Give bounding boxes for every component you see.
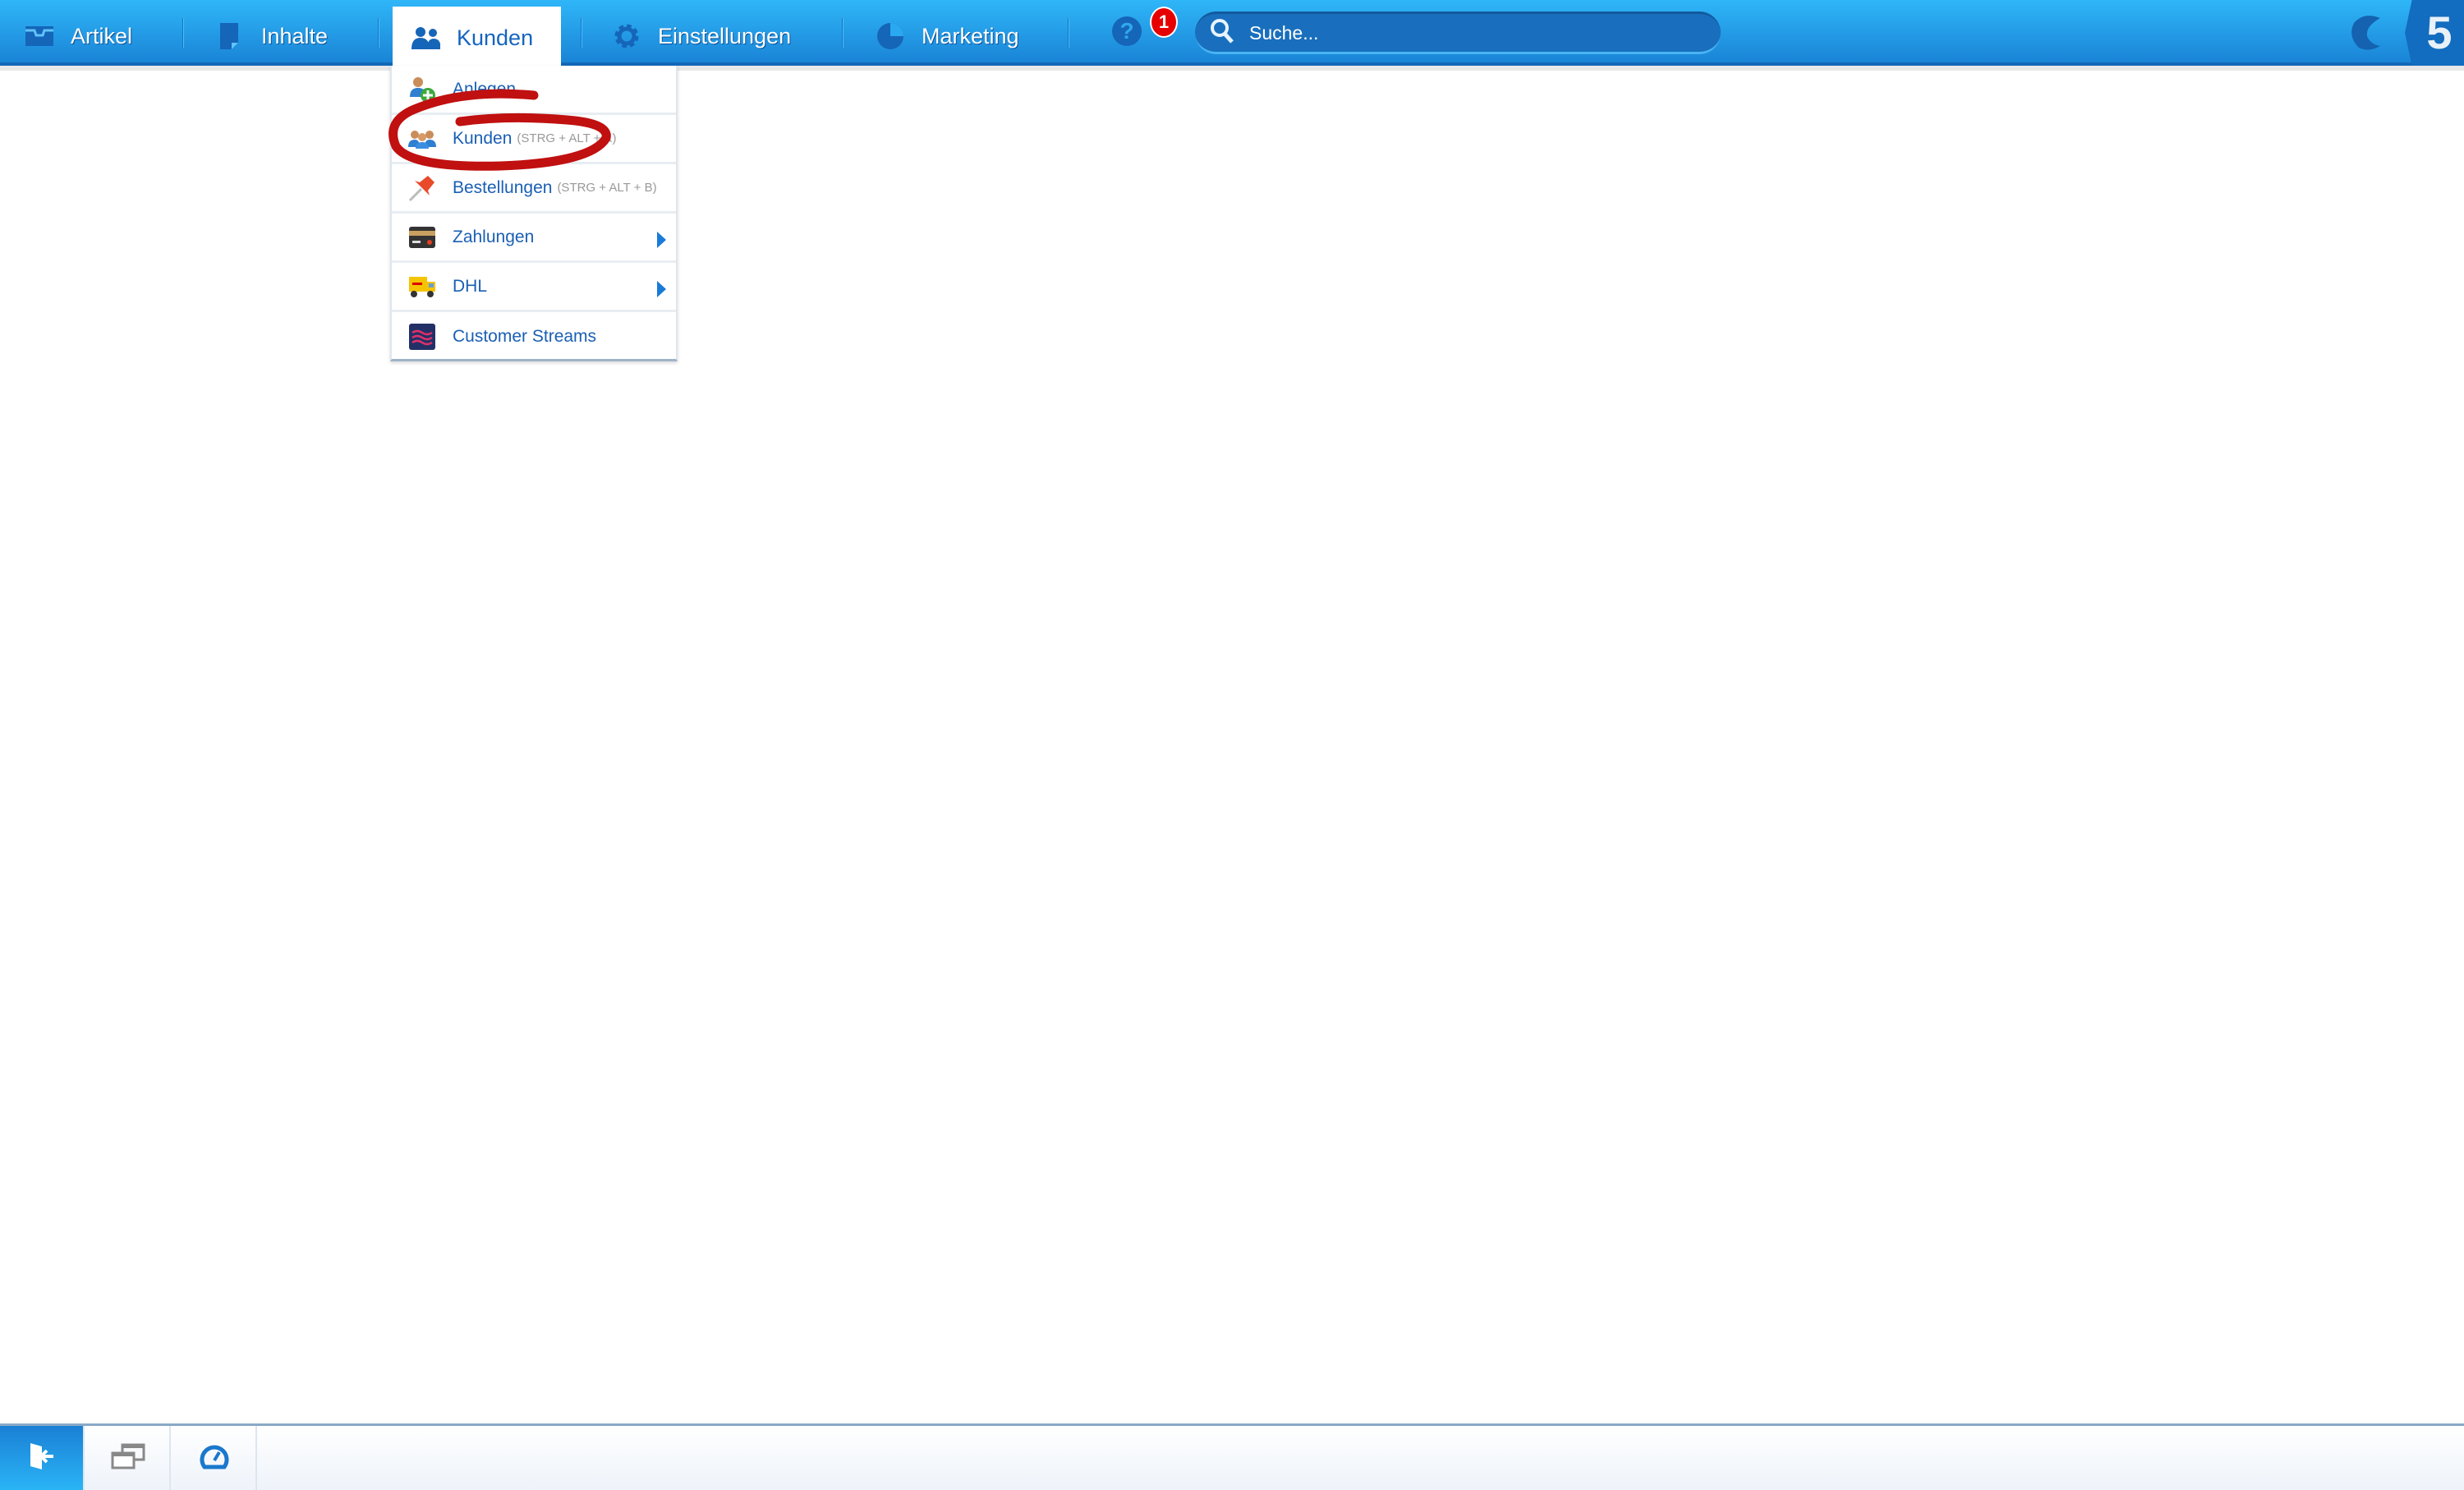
door-exit-icon xyxy=(27,1442,57,1475)
shortcut-hint: (STRG + ALT + K) xyxy=(517,131,617,145)
help-icon[interactable]: ? xyxy=(1112,16,1142,46)
nav-label: Inhalte xyxy=(261,23,329,48)
nav-label: Artikel xyxy=(71,23,133,48)
shortcut-hint: (STRG + ALT + B) xyxy=(557,181,657,195)
divider xyxy=(581,18,582,48)
divider xyxy=(842,18,844,48)
users-group-icon xyxy=(408,125,436,153)
nav-label: Marketing xyxy=(922,23,1019,48)
windows-button[interactable] xyxy=(86,1426,171,1490)
menu-item-bestellungen[interactable]: Bestellungen (STRG + ALT + B) xyxy=(392,164,676,214)
pie-chart-icon xyxy=(876,21,905,51)
shopware-logo-icon[interactable] xyxy=(2347,11,2388,53)
divider xyxy=(378,18,379,48)
dashboard-button[interactable] xyxy=(172,1426,257,1490)
kunden-dropdown-menu: Anlegen Kunden (STRG + ALT + K) Bestellu… xyxy=(390,66,678,361)
nav-artikel[interactable]: Artikel xyxy=(25,7,132,66)
nav-kunden[interactable]: Kunden xyxy=(393,7,561,69)
windows-icon xyxy=(111,1443,145,1474)
menu-item-kunden[interactable]: Kunden (STRG + ALT + K) xyxy=(392,115,676,164)
logout-button[interactable] xyxy=(0,1426,85,1490)
users-icon xyxy=(411,23,440,53)
topbar-shadow xyxy=(0,66,2464,71)
nav-label: Kunden xyxy=(457,25,534,50)
credit-card-icon xyxy=(408,223,436,251)
gear-icon xyxy=(612,21,641,51)
submenu-arrow-icon xyxy=(657,232,666,248)
nav-einstellungen[interactable]: Einstellungen xyxy=(612,7,791,66)
pin-icon xyxy=(408,174,436,202)
menu-item-dhl[interactable]: DHL xyxy=(392,263,676,312)
version-logo: 5 xyxy=(2405,0,2464,66)
nav-inhalte[interactable]: Inhalte xyxy=(215,7,328,66)
notification-badge[interactable]: 1 xyxy=(1150,7,1178,38)
streams-icon xyxy=(408,323,436,351)
nav-label: Einstellungen xyxy=(658,23,792,48)
user-add-icon xyxy=(408,76,436,103)
document-icon xyxy=(215,21,245,51)
speedometer-icon xyxy=(199,1442,230,1474)
bottom-taskbar xyxy=(0,1423,2464,1490)
submenu-arrow-icon xyxy=(657,281,666,297)
search-icon xyxy=(1210,18,1234,48)
search-box[interactable] xyxy=(1195,11,1721,54)
menu-item-customer-streams[interactable]: Customer Streams xyxy=(392,312,676,361)
truck-icon xyxy=(408,273,436,301)
menu-item-zahlungen[interactable]: Zahlungen xyxy=(392,214,676,263)
divider xyxy=(182,18,184,48)
divider xyxy=(1068,18,1069,48)
search-input[interactable] xyxy=(1249,21,1693,44)
nav-marketing[interactable]: Marketing xyxy=(876,7,1019,66)
menu-item-anlegen[interactable]: Anlegen xyxy=(392,66,676,115)
inbox-icon xyxy=(25,21,54,51)
